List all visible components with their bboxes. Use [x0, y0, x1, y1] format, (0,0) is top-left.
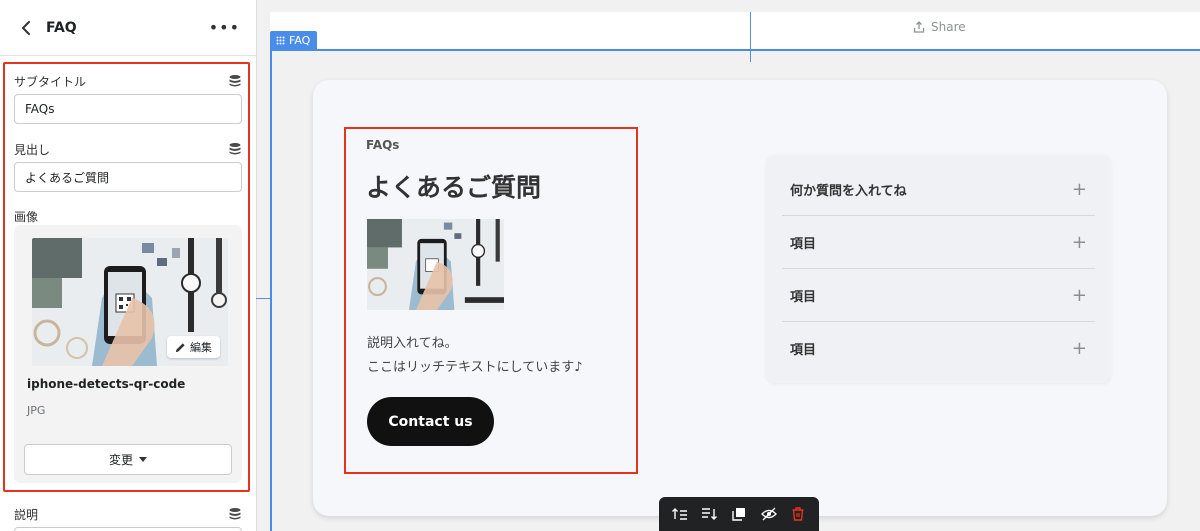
delete-icon[interactable]	[787, 503, 809, 525]
image-card: 編集 iphone-detects-qr-code JPG 変更	[14, 225, 242, 483]
faq-section[interactable]: FAQs よくあるご質問 説明入れてね。 ここはリッチテキストにしています♪ C…	[313, 80, 1167, 516]
description-line: ここはリッチテキストにしています♪	[367, 360, 583, 375]
faq-question: 項目	[790, 236, 817, 252]
image-thumbnail[interactable]: 編集	[32, 238, 228, 366]
image-filename: iphone-detects-qr-code	[27, 377, 186, 391]
sidebar-title: FAQ	[46, 19, 77, 36]
plus-icon: +	[1071, 284, 1087, 306]
heading-field: 見出し よくあるご質問	[14, 140, 242, 192]
section-toolbar	[659, 497, 819, 531]
drag-handle-icon	[276, 36, 285, 45]
heading-input[interactable]: よくあるご質問	[14, 162, 242, 192]
move-up-icon[interactable]	[669, 503, 691, 525]
faq-question: 何か質問を入れてね	[790, 183, 907, 199]
image-type: JPG	[27, 404, 46, 417]
description-line: 説明入れてね。	[367, 336, 458, 351]
subtitle-input[interactable]: FAQs	[14, 94, 242, 124]
image-field: 画像	[14, 206, 242, 225]
description-input[interactable]	[14, 527, 242, 531]
section-tag[interactable]: FAQ	[270, 31, 318, 50]
more-options-icon[interactable]: •••	[209, 18, 240, 37]
move-down-icon[interactable]	[698, 503, 720, 525]
edit-label: 編集	[190, 341, 212, 354]
caret-down-icon	[139, 457, 147, 462]
pencil-icon	[175, 342, 185, 352]
contact-us-button[interactable]: Contact us	[367, 397, 494, 446]
dynamic-source-icon[interactable]	[228, 142, 242, 156]
section-heading: よくあるご質問	[366, 173, 542, 202]
sidebar-header: FAQ •••	[0, 0, 256, 56]
section-description: 説明入れてね。 ここはリッチテキストにしています♪	[367, 332, 583, 380]
description-label: 説明	[14, 507, 39, 522]
heading-label: 見出し	[14, 142, 51, 157]
plus-icon: +	[1071, 338, 1087, 359]
image-label: 画像	[14, 210, 39, 224]
guide-mark	[256, 298, 270, 299]
subtitle-label: サブタイトル	[14, 74, 87, 89]
back-icon[interactable]	[16, 18, 36, 38]
dynamic-source-icon[interactable]	[228, 74, 242, 88]
preview-header: Share	[270, 12, 1200, 62]
share-icon	[913, 21, 925, 33]
share-button[interactable]: Share	[913, 20, 966, 34]
faq-item[interactable]: 項目 +	[782, 216, 1095, 269]
description-field: 説明	[14, 505, 242, 531]
edit-image-button[interactable]: 編集	[167, 336, 220, 358]
section-tag-label: FAQ	[289, 34, 311, 47]
section-image	[367, 219, 504, 310]
faq-item[interactable]: 何か質問を入れてね +	[782, 163, 1095, 216]
settings-sidebar: FAQ ••• サブタイトル FAQs 見出し よくあるご質問 画像 編集 ip…	[0, 0, 257, 531]
faq-accordion: 何か質問を入れてね + 項目 + 項目 + 項目 +	[766, 155, 1111, 383]
plus-icon: +	[1071, 231, 1087, 253]
faq-question: 項目	[790, 289, 817, 305]
change-image-button[interactable]: 変更	[24, 444, 232, 475]
plus-icon: +	[1071, 178, 1087, 200]
section-subtitle: FAQs	[366, 138, 400, 152]
share-label: Share	[931, 20, 966, 34]
faq-item[interactable]: 項目 +	[782, 322, 1095, 375]
preview-canvas: Share FAQ FAQs よくあるご質問 説明入れてね。 ここはリッチテキス…	[256, 0, 1200, 531]
faq-item[interactable]: 項目 +	[782, 269, 1095, 322]
dynamic-source-icon[interactable]	[228, 507, 242, 521]
duplicate-icon[interactable]	[728, 503, 750, 525]
hide-icon[interactable]	[758, 503, 780, 525]
subtitle-field: サブタイトル FAQs	[14, 72, 242, 124]
change-label: 変更	[108, 453, 133, 467]
faq-question: 項目	[790, 343, 817, 358]
